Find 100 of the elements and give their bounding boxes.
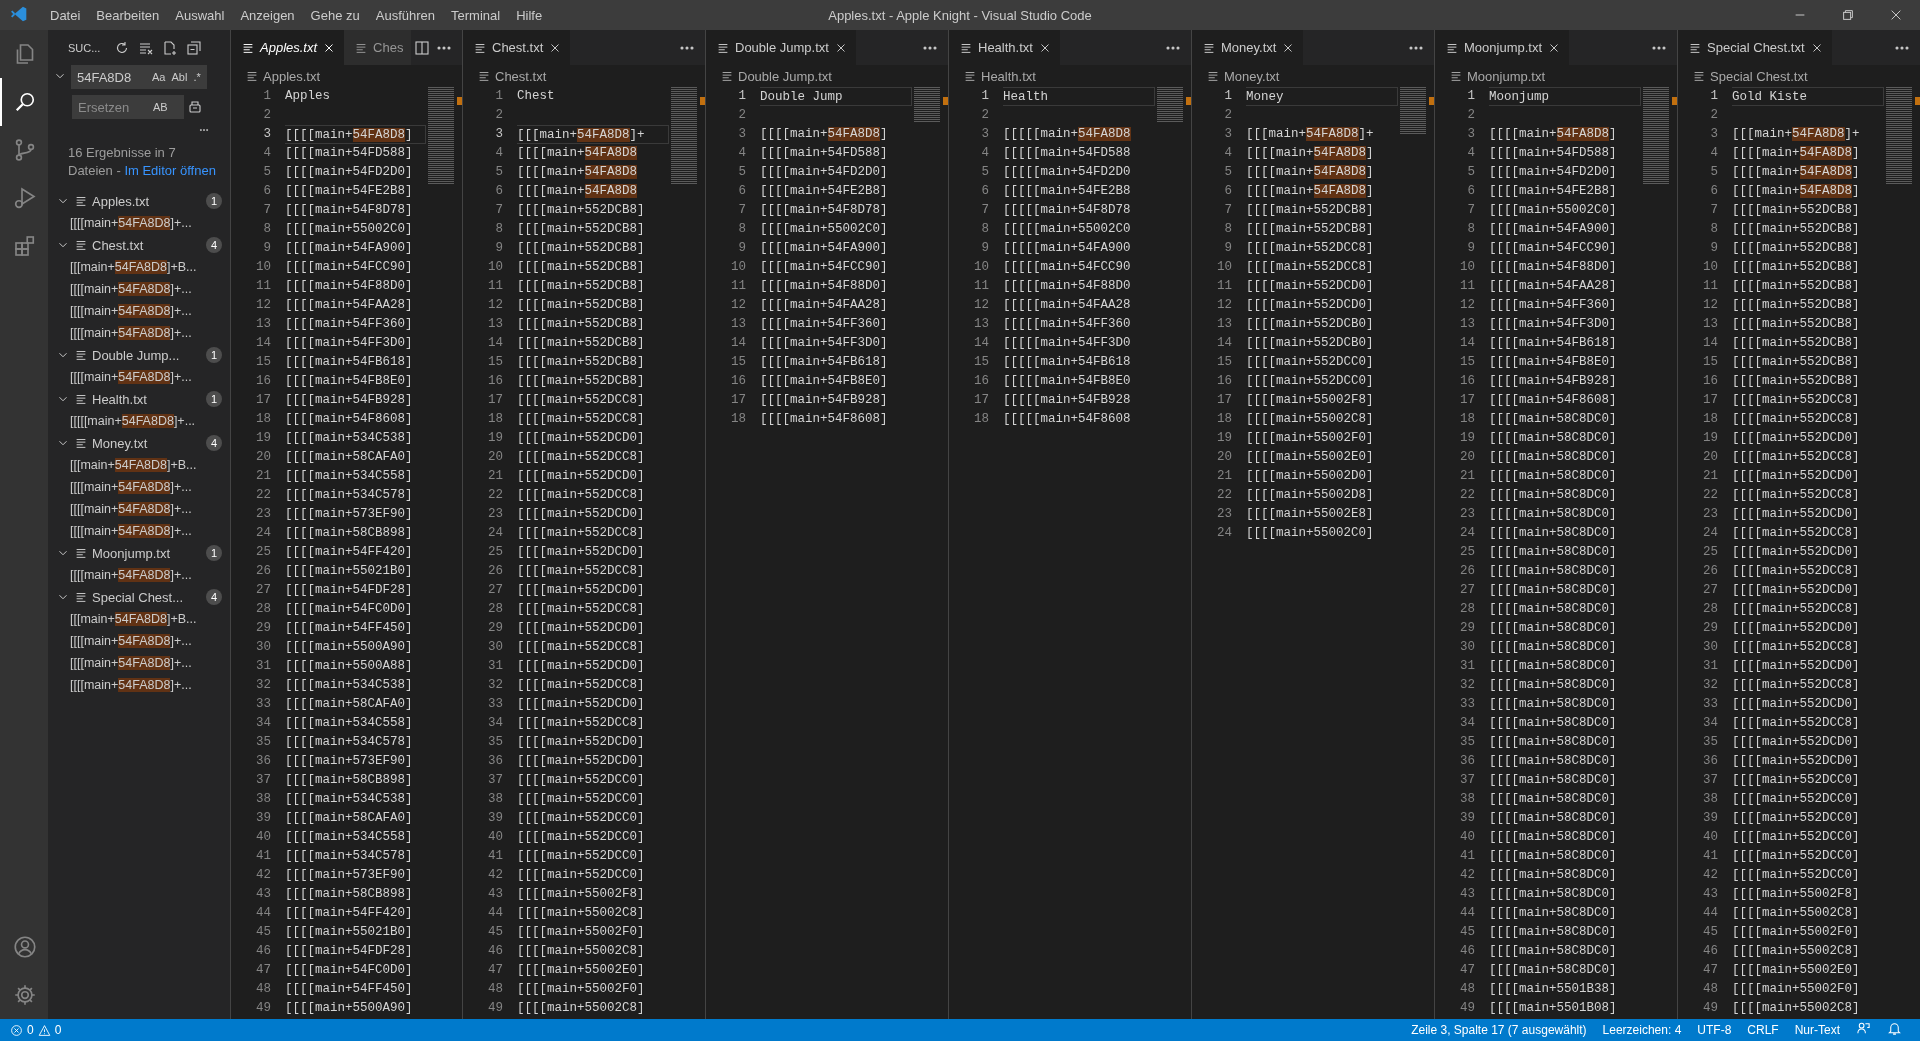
menu-item[interactable]: Ausführen xyxy=(367,7,444,23)
line-number: 46 xyxy=(1702,943,1718,960)
restore-icon[interactable] xyxy=(1841,8,1855,22)
line-number: 9 xyxy=(1709,240,1718,257)
menu-item[interactable]: Gehe zu xyxy=(302,7,368,23)
search-result[interactable]: [[[[main+54FA8D8]+... xyxy=(48,498,230,520)
breadcrumb[interactable]: Apples.txt xyxy=(231,65,462,87)
search-icon[interactable] xyxy=(13,90,37,114)
editor-tab[interactable]: Special Chest.txt xyxy=(1678,30,1832,65)
replace-field[interactable]: Ersetzen AB xyxy=(72,95,184,119)
minimap[interactable] xyxy=(1643,87,1669,185)
result-file[interactable]: Chest.txt 4 xyxy=(48,234,230,256)
result-file[interactable]: Moonjump.txt 1 xyxy=(48,542,230,564)
search-result[interactable]: [[[[main+54FA8D8]+... xyxy=(48,564,230,586)
search-option-toggle[interactable]: Aa xyxy=(149,70,169,84)
minimap[interactable] xyxy=(671,87,697,185)
new-file-icon[interactable] xyxy=(162,39,179,56)
minimap[interactable] xyxy=(914,87,940,123)
collapse-all-icon[interactable] xyxy=(186,39,203,56)
error-count[interactable]: 0 xyxy=(27,1023,34,1037)
warning-count[interactable]: 0 xyxy=(54,1023,62,1037)
status-item[interactable]: UTF-8 xyxy=(1689,1023,1740,1037)
search-option-toggle[interactable]: .* xyxy=(190,70,204,84)
breadcrumb[interactable]: Health.txt xyxy=(949,65,1191,87)
minimap[interactable] xyxy=(1886,87,1912,185)
blocks-icon[interactable] xyxy=(13,234,37,258)
menu-item[interactable]: Auswahl xyxy=(167,7,233,23)
editor-tab[interactable]: Double Jump.txt xyxy=(706,30,856,65)
editor-tab[interactable]: Apples.txt xyxy=(231,30,345,65)
line-number: 49 xyxy=(1459,1000,1475,1017)
line-number: 47 xyxy=(1702,962,1718,979)
bell-icon[interactable] xyxy=(1887,1021,1902,1036)
breadcrumb[interactable]: Chest.txt xyxy=(463,65,705,87)
line-number: 4 xyxy=(1709,145,1718,162)
search-result[interactable]: [[[[main+54FA8D8]+... xyxy=(48,520,230,542)
search-result[interactable]: [[[[[main+54FA8D8]+... xyxy=(48,410,230,432)
file-lines-icon xyxy=(245,69,259,83)
search-result[interactable]: [[[[main+54FA8D8]+... xyxy=(48,366,230,388)
editor-tab[interactable]: Ches xyxy=(344,30,412,65)
menu-item[interactable]: Anzeigen xyxy=(232,7,303,23)
play-bug-icon[interactable] xyxy=(13,186,37,210)
code-line: [[[[main+55002F8] xyxy=(517,887,645,901)
breadcrumb[interactable]: Moonjump.txt xyxy=(1435,65,1677,87)
search-result[interactable]: [[[[main+54FA8D8]+... xyxy=(48,300,230,322)
replace-all-icon[interactable] xyxy=(187,99,203,115)
editor-tab[interactable]: Moonjump.txt xyxy=(1435,30,1570,65)
result-file[interactable]: Apples.txt 1 xyxy=(48,190,230,212)
status-item[interactable]: Zeile 3, Spalte 17 (7 ausgewählt) xyxy=(1403,1023,1595,1037)
search-result[interactable]: [[[[main+54FA8D8]+... xyxy=(48,212,230,234)
code-line: [[[[main+552DCD0] xyxy=(1732,735,1860,749)
result-file[interactable]: Health.txt 1 xyxy=(48,388,230,410)
search-result[interactable]: [[[[main+54FA8D8]+... xyxy=(48,674,230,696)
search-field[interactable]: 54FA8D8 Aa Abl .* xyxy=(71,65,207,89)
split-editor-icon[interactable] xyxy=(414,39,430,56)
result-file[interactable]: Special Chest... 4 xyxy=(48,586,230,608)
code-line: [[[[main+54F8D78] xyxy=(760,203,888,217)
code-line: [[[[main+58C8DC0] xyxy=(1489,526,1617,540)
feedback-icon[interactable] xyxy=(1856,1021,1871,1036)
code-line: [[[[main+55002E0] xyxy=(1246,450,1374,464)
breadcrumb[interactable]: Special Chest.txt xyxy=(1678,65,1920,87)
editor-tab[interactable]: Money.txt xyxy=(1192,30,1304,65)
menu-item[interactable]: Terminal xyxy=(443,7,509,23)
search-result[interactable]: [[[main+54FA8D8]+B... xyxy=(48,608,230,630)
result-file[interactable]: Money.txt 4 xyxy=(48,432,230,454)
breadcrumb[interactable]: Money.txt xyxy=(1192,65,1434,87)
result-file[interactable]: Double Jump... 1 xyxy=(48,344,230,366)
account-icon[interactable] xyxy=(13,935,37,959)
line-number: 40 xyxy=(255,829,271,846)
search-result[interactable]: [[[main+54FA8D8]+B... xyxy=(48,256,230,278)
code-line: [[[[main+54FE2B8] xyxy=(285,184,413,198)
preserve-case-toggle[interactable]: AB xyxy=(150,100,171,114)
branch-icon[interactable] xyxy=(13,138,37,162)
settings-icon[interactable] xyxy=(13,983,37,1007)
menu-item[interactable]: Datei xyxy=(42,7,89,23)
code-line: [[[[main+55002F0] xyxy=(517,982,645,996)
menu-item[interactable]: Bearbeiten xyxy=(88,7,168,23)
minimap[interactable] xyxy=(428,87,454,185)
search-result[interactable]: [[[[main+54FA8D8]+... xyxy=(48,278,230,300)
search-result[interactable]: [[[[main+54FA8D8]+... xyxy=(48,476,230,498)
code-line: [[[[main+58C8DC0] xyxy=(1489,678,1617,692)
line-number: 36 xyxy=(487,753,503,770)
file-lines-icon xyxy=(963,69,977,83)
menu-item[interactable]: Hilfe xyxy=(508,7,551,23)
search-result[interactable]: [[[[main+54FA8D8]+... xyxy=(48,630,230,652)
code-line: [[[[main+552DCB8] xyxy=(1732,222,1860,236)
editor-tab[interactable]: Health.txt xyxy=(949,30,1060,65)
search-option-toggle[interactable]: Abl xyxy=(168,70,191,84)
minimap[interactable] xyxy=(1400,87,1426,135)
status-item[interactable]: Leerzeichen: 4 xyxy=(1594,1023,1690,1037)
status-item[interactable]: Nur-Text xyxy=(1786,1023,1848,1037)
close-icon[interactable] xyxy=(1889,8,1903,22)
line-number: 13 xyxy=(1216,316,1232,333)
search-result[interactable]: [[[main+54FA8D8]+B... xyxy=(48,454,230,476)
open-in-editor-link[interactable]: Im Editor öffnen xyxy=(124,163,216,178)
breadcrumb[interactable]: Double Jump.txt xyxy=(706,65,948,87)
editor-tab[interactable]: Chest.txt xyxy=(463,30,571,65)
status-item[interactable]: CRLF xyxy=(1739,1023,1787,1037)
minimap[interactable] xyxy=(1157,87,1183,123)
search-result[interactable]: [[[[main+54FA8D8]+... xyxy=(48,322,230,344)
search-result[interactable]: [[[[main+54FA8D8]+... xyxy=(48,652,230,674)
